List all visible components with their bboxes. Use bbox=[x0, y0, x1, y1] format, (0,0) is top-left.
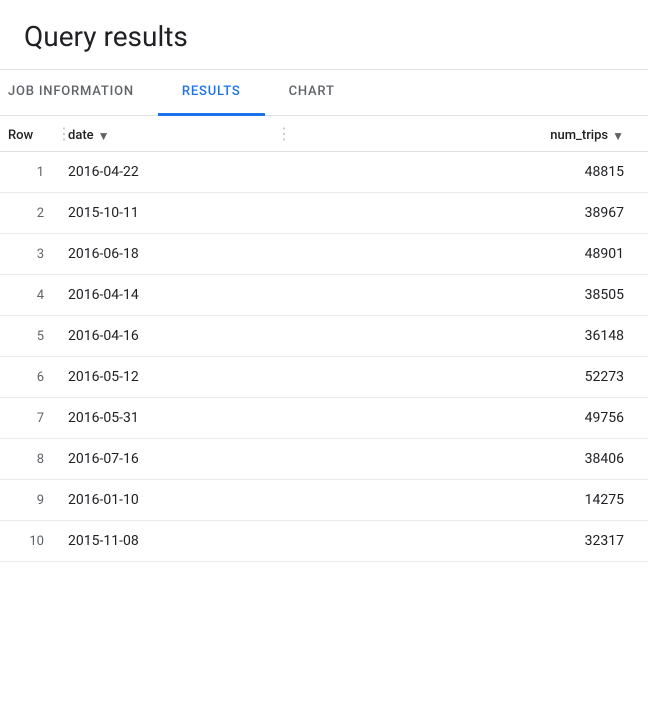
cell-num-trips: 48901 bbox=[280, 234, 648, 275]
table-row: 82016-07-1638406 bbox=[0, 439, 648, 480]
cell-row-num: 3 bbox=[0, 234, 60, 275]
cell-row-num: 5 bbox=[0, 316, 60, 357]
cell-num-trips: 38967 bbox=[280, 193, 648, 234]
cell-date: 2016-05-31 bbox=[60, 398, 280, 439]
cell-date: 2015-10-11 bbox=[60, 193, 280, 234]
tab-results[interactable]: RESULTS bbox=[158, 70, 265, 116]
cell-num-trips: 36148 bbox=[280, 316, 648, 357]
col-header-num-trips[interactable]: num_trips ▼ ⋮ bbox=[280, 116, 648, 152]
sort-icon-num-trips: ▼ bbox=[612, 129, 624, 143]
table-row: 72016-05-3149756 bbox=[0, 398, 648, 439]
table-row: 102015-11-0832317 bbox=[0, 521, 648, 562]
cell-date: 2016-01-10 bbox=[60, 480, 280, 521]
col-header-row: Row ⋮ bbox=[0, 116, 60, 152]
col-row-label: Row bbox=[8, 128, 33, 143]
table-body: 12016-04-224881522015-10-113896732016-06… bbox=[0, 152, 648, 562]
results-table: Row ⋮ date ▼ ⋮ num_trips ▼ ⋮ bbox=[0, 116, 648, 562]
table-row: 32016-06-1848901 bbox=[0, 234, 648, 275]
tab-chart[interactable]: CHART bbox=[265, 70, 359, 116]
cell-row-num: 7 bbox=[0, 398, 60, 439]
cell-row-num: 4 bbox=[0, 275, 60, 316]
cell-num-trips: 14275 bbox=[280, 480, 648, 521]
cell-num-trips: 38406 bbox=[280, 439, 648, 480]
cell-row-num: 8 bbox=[0, 439, 60, 480]
cell-date: 2016-05-12 bbox=[60, 357, 280, 398]
cell-date: 2015-11-08 bbox=[60, 521, 280, 562]
cell-row-num: 2 bbox=[0, 193, 60, 234]
col-header-date[interactable]: date ▼ ⋮ bbox=[60, 116, 280, 152]
table-header-row: Row ⋮ date ▼ ⋮ num_trips ▼ ⋮ bbox=[0, 116, 648, 152]
table-row: 92016-01-1014275 bbox=[0, 480, 648, 521]
sort-icon-date: ▼ bbox=[98, 129, 110, 143]
tab-job-information[interactable]: JOB INFORMATION bbox=[0, 70, 158, 116]
resize-handle-num-trips[interactable]: ⋮ bbox=[644, 124, 648, 143]
table-row: 62016-05-1252273 bbox=[0, 357, 648, 398]
col-num-trips-label: num_trips bbox=[550, 128, 608, 143]
cell-row-num: 10 bbox=[0, 521, 60, 562]
table-row: 22015-10-1138967 bbox=[0, 193, 648, 234]
cell-row-num: 6 bbox=[0, 357, 60, 398]
cell-date: 2016-04-14 bbox=[60, 275, 280, 316]
table-row: 42016-04-1438505 bbox=[0, 275, 648, 316]
cell-num-trips: 49756 bbox=[280, 398, 648, 439]
results-table-container: Row ⋮ date ▼ ⋮ num_trips ▼ ⋮ bbox=[0, 116, 648, 562]
cell-date: 2016-04-22 bbox=[60, 152, 280, 193]
table-row: 52016-04-1636148 bbox=[0, 316, 648, 357]
cell-num-trips: 32317 bbox=[280, 521, 648, 562]
cell-row-num: 1 bbox=[0, 152, 60, 193]
page-title: Query results bbox=[0, 0, 648, 69]
cell-num-trips: 52273 bbox=[280, 357, 648, 398]
cell-row-num: 9 bbox=[0, 480, 60, 521]
cell-date: 2016-07-16 bbox=[60, 439, 280, 480]
cell-date: 2016-06-18 bbox=[60, 234, 280, 275]
cell-num-trips: 48815 bbox=[280, 152, 648, 193]
tabs-bar: JOB INFORMATION RESULTS CHART bbox=[0, 70, 648, 116]
cell-num-trips: 38505 bbox=[280, 275, 648, 316]
table-row: 12016-04-2248815 bbox=[0, 152, 648, 193]
cell-date: 2016-04-16 bbox=[60, 316, 280, 357]
col-date-label: date bbox=[68, 128, 94, 143]
